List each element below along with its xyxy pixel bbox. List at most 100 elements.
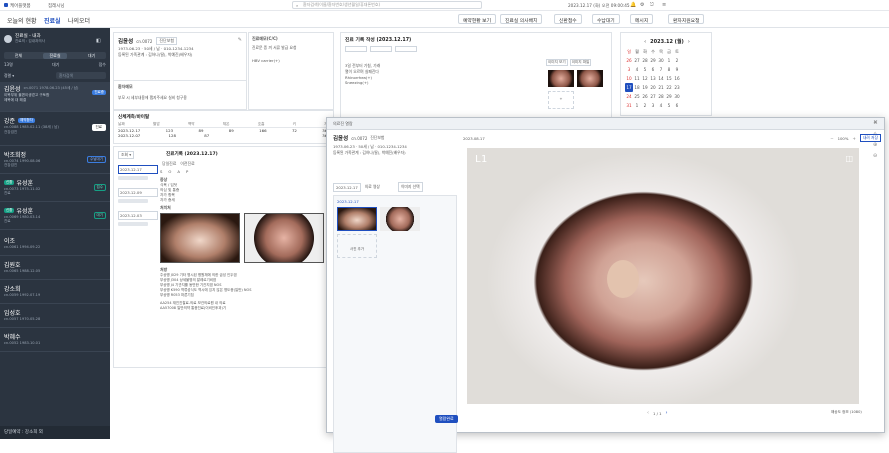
tool-icon[interactable]: ⊕ — [873, 142, 885, 148]
calendar-day[interactable]: 27 — [633, 56, 641, 65]
record-thumb[interactable] — [577, 70, 603, 87]
image-file-button[interactable]: 이미지 파일 — [569, 59, 592, 66]
viewer-add-photo[interactable]: 사진 추가 — [337, 234, 377, 258]
calendar-day[interactable]: 31 — [625, 101, 633, 110]
calendar-day[interactable]: 14 — [657, 74, 665, 83]
view-image-button[interactable]: 이미지 보기 — [546, 59, 568, 66]
message-button[interactable]: 메시지 — [630, 14, 654, 24]
next-page-icon[interactable]: › — [666, 410, 668, 416]
calendar-day[interactable]: 1 — [665, 56, 673, 65]
calendar-day[interactable]: 29 — [649, 56, 657, 65]
reservation-button[interactable]: 예약현황 보기 — [458, 14, 497, 24]
calendar-day[interactable]: 2 — [641, 101, 649, 110]
calendar-day[interactable]: 22 — [665, 83, 673, 92]
user-name[interactable]: 집레시닝 — [48, 3, 65, 9]
sidebar-search-input[interactable]: 환자검색 — [56, 72, 106, 79]
visit-date[interactable]: 2023.12.09 — [118, 188, 158, 197]
tool-icon[interactable]: ✦ — [873, 120, 885, 126]
calendar-day[interactable]: 2 — [673, 56, 681, 65]
list-item[interactable]: 신환 유성훈 cn.0069 1980.03.14 진료 대기 — [0, 204, 110, 230]
calendar-day[interactable]: 24 — [625, 92, 633, 101]
exam-image-thumb[interactable] — [244, 213, 324, 263]
collapse-icon[interactable]: ◧ — [96, 38, 101, 44]
calendar-day[interactable]: 28 — [657, 92, 665, 101]
calendar-day[interactable]: 21 — [657, 83, 665, 92]
calendar-day[interactable]: 12 — [641, 74, 649, 83]
list-item[interactable]: 김원호 cn.0065 1988.12.05 — [0, 258, 110, 280]
tab-my-orders[interactable]: 나의오더 — [65, 11, 93, 28]
tab-today[interactable]: 오늘의 현황 — [4, 11, 40, 28]
calendar-day[interactable]: 10 — [625, 74, 633, 83]
add-photo-button[interactable]: + — [548, 91, 574, 109]
select-image-button[interactable]: 이미지 선택 — [397, 182, 423, 192]
zoom-in-icon[interactable]: + — [852, 136, 855, 141]
record-thumb[interactable] — [548, 70, 574, 87]
record-text[interactable]: 3일 전부터 기침, 가래 열이 오르며 실패진다 Rhinorrhea(+) … — [345, 63, 541, 85]
list-item[interactable]: 박조희정 cn.0074 1990.08.06 건강검진 수납대기 — [0, 148, 110, 174]
calendar-day[interactable]: 9 — [673, 65, 681, 74]
new-patient-button[interactable]: 신환접수 — [554, 14, 582, 24]
calendar-day[interactable]: 26 — [625, 56, 633, 65]
viewer-type-select[interactable]: 의료 영상 — [365, 184, 380, 190]
doctor-assign-button[interactable]: 진료실 의사배치 — [500, 14, 543, 24]
sort-dropdown[interactable]: 정렬 ▾ — [4, 73, 14, 79]
split-view-icon[interactable]: ◫ — [845, 154, 853, 163]
calendar-day[interactable]: 27 — [649, 92, 657, 101]
payment-wait-button[interactable]: 수납대기 — [592, 14, 620, 24]
viewer-date-select[interactable]: 2023.12.17 — [333, 182, 361, 192]
list-item[interactable]: 강소희 cn.0059 1992.07.19 — [0, 282, 110, 304]
calendar-day[interactable]: 3 — [625, 65, 633, 74]
calendar-day[interactable]: 11 — [633, 74, 641, 83]
calendar-day[interactable]: 30 — [657, 56, 665, 65]
filter-all[interactable]: 전체 — [15, 53, 22, 59]
calendar-day[interactable]: 30 — [673, 92, 681, 101]
support-request-button[interactable]: 환자지원요청 — [668, 14, 705, 24]
list-item[interactable]: 임성호 cn.0057 1970.05.28 — [0, 306, 110, 328]
menu-icon[interactable]: ≡ — [662, 2, 666, 8]
logout-icon[interactable]: ⎋ — [650, 2, 654, 8]
calendar-day[interactable]: 5 — [641, 65, 649, 74]
calendar-day[interactable]: 4 — [657, 101, 665, 110]
bell-icon[interactable]: 🔔 — [630, 2, 636, 8]
filter-wait[interactable]: 대기 — [88, 53, 95, 59]
calendar-day[interactable]: 6 — [673, 101, 681, 110]
calendar-day[interactable]: 7 — [657, 65, 665, 74]
tool-icon[interactable]: ⊖ — [873, 153, 885, 159]
calendar-day[interactable]: 23 — [673, 83, 681, 92]
calendar-day[interactable]: 26 — [641, 92, 649, 101]
prev-month-icon[interactable]: ‹ — [644, 39, 646, 45]
calendar-day[interactable]: 5 — [665, 101, 673, 110]
filter-clinic[interactable]: 진료실 — [43, 52, 67, 59]
calendar-day[interactable]: 25 — [633, 92, 641, 101]
visit-date[interactable]: 2023.12.03 — [118, 211, 158, 220]
tool-icon[interactable]: ✧ — [873, 131, 885, 137]
endoscopy-image[interactable]: L1 ◫ — [467, 148, 859, 404]
zoom-out-icon[interactable]: − — [830, 136, 833, 141]
settings-icon[interactable]: ⚙ — [640, 2, 644, 8]
calendar-day[interactable]: 13 — [649, 74, 657, 83]
next-month-icon[interactable]: › — [688, 39, 690, 45]
calendar-day[interactable]: 18 — [633, 83, 641, 92]
sidebar-footer[interactable]: 당일예약 : 강소희 외 — [0, 426, 110, 439]
calendar-day[interactable]: 16 — [673, 74, 681, 83]
calendar-day[interactable]: 4 — [633, 65, 641, 74]
complete-button[interactable]: 열람완료 — [435, 415, 458, 423]
exam-image-thumb[interactable] — [160, 213, 240, 263]
calendar-day[interactable]: 1 — [633, 101, 641, 110]
calendar-day[interactable]: 17 — [625, 83, 633, 92]
history-filter[interactable]: 조회 ▾ — [118, 151, 135, 159]
viewer-thumb[interactable] — [337, 207, 377, 231]
calendar-day[interactable]: 20 — [649, 83, 657, 92]
prev-page-icon[interactable]: ‹ — [647, 410, 649, 416]
list-item[interactable]: 박혜수 cn.0052 1983.10.01 — [0, 330, 110, 352]
status-badge[interactable]: 진료 — [91, 124, 106, 131]
calendar-day[interactable]: 29 — [665, 92, 673, 101]
calendar-day[interactable]: 15 — [665, 74, 673, 83]
calendar-day[interactable]: 28 — [641, 56, 649, 65]
list-item[interactable]: 신환 유성훈 cn.0073 1975.11.02 진료 접수 — [0, 176, 110, 202]
list-item[interactable]: 이조 cn.0061 1994.09.22 — [0, 234, 110, 256]
calendar-day[interactable]: 8 — [665, 65, 673, 74]
visit-date[interactable]: 2023.12.17 — [118, 165, 158, 174]
viewer-thumb[interactable] — [380, 207, 420, 231]
list-item[interactable]: 강준 예약환자 cn.0088 1985.02.11 (38세 / 남) 건강검진… — [0, 114, 110, 146]
